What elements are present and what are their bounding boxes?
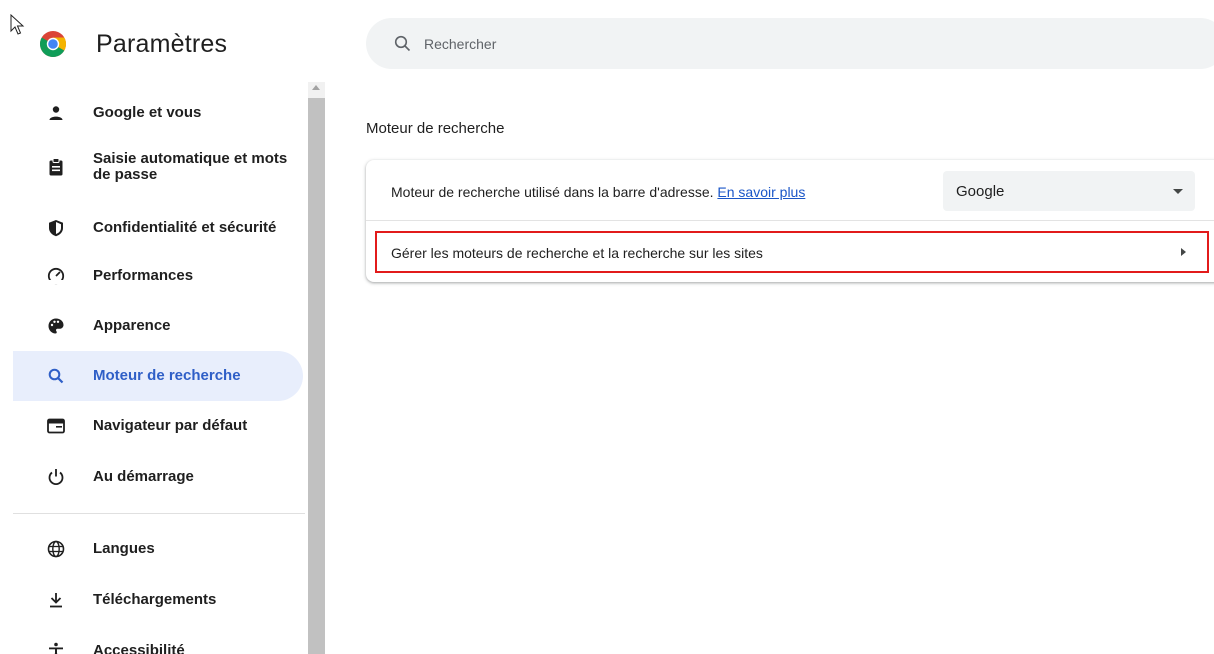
search-engine-select[interactable]: Google (943, 171, 1195, 211)
chrome-logo-icon (39, 31, 67, 58)
manage-search-engines-label: Gérer les moteurs de recherche et la rec… (391, 245, 763, 261)
search-engine-row: Moteur de recherche utilisé dans la barr… (366, 160, 1214, 221)
sidebar-item-label: Navigateur par défaut (93, 417, 248, 434)
search-engine-description: Moteur de recherche utilisé dans la barr… (391, 184, 805, 200)
sidebar-scrollbar-thumb[interactable] (308, 98, 325, 654)
sidebar-item-label: Google et vous (93, 104, 202, 121)
power-icon (46, 467, 66, 487)
sidebar-divider (13, 513, 305, 514)
download-icon (46, 590, 66, 610)
manage-search-engines-row[interactable]: Gérer les moteurs de recherche et la rec… (375, 231, 1209, 273)
sidebar-item-apparence[interactable]: Apparence (13, 301, 303, 351)
mouse-cursor-icon (10, 14, 25, 35)
search-icon (394, 35, 411, 52)
learn-more-link[interactable]: En savoir plus (717, 184, 805, 200)
sidebar-item-telechargements[interactable]: Téléchargements (13, 575, 303, 625)
speedometer-icon (46, 266, 66, 286)
shield-icon (46, 218, 66, 238)
search-input[interactable] (424, 31, 1024, 57)
clipboard-icon (46, 157, 66, 177)
chevron-right-icon (1181, 248, 1186, 256)
sidebar-item-langues[interactable]: Langues (13, 524, 303, 574)
section-title: Moteur de recherche (366, 120, 505, 137)
sidebar-item-label: Accessibilité (93, 642, 185, 654)
search-engine-description-text: Moteur de recherche utilisé dans la barr… (391, 184, 714, 200)
globe-icon (46, 539, 66, 559)
page-title: Paramètres (96, 30, 228, 58)
browser-window-icon (46, 416, 66, 436)
person-icon (46, 103, 66, 123)
sidebar-item-au-demarrage[interactable]: Au démarrage (13, 452, 303, 502)
sidebar-item-label: Performances (93, 267, 194, 284)
sidebar-item-label: Apparence (93, 317, 171, 334)
sidebar-item-accessibilite[interactable]: Accessibilité (13, 626, 303, 654)
sidebar-item-confidentialite[interactable]: Confidentialité et sécurité (13, 203, 303, 253)
search-engine-selected-value: Google (956, 183, 1005, 200)
sidebar-item-autofill[interactable]: Saisie automatique et mots de passe (13, 140, 303, 194)
sidebar-item-label: Confidentialité et sécurité (93, 219, 277, 236)
sidebar-item-performances[interactable]: Performances (13, 251, 303, 301)
sidebar-item-label: Au démarrage (93, 468, 194, 485)
search-icon (46, 366, 66, 386)
palette-icon (46, 316, 66, 336)
accessibility-icon (46, 641, 66, 654)
sidebar-nav: Google et vous Saisie automatique et mot… (0, 82, 308, 654)
settings-search-bar[interactable] (366, 18, 1214, 69)
settings-page: Paramètres Google et vous Saisie automat… (0, 0, 1214, 654)
dropdown-caret-icon (1173, 189, 1183, 194)
sidebar-item-label: Langues (93, 540, 155, 557)
sidebar-item-google-et-vous[interactable]: Google et vous (13, 88, 303, 138)
search-engine-card: Moteur de recherche utilisé dans la barr… (366, 160, 1214, 282)
sidebar-item-label: Téléchargements (93, 591, 217, 608)
sidebar-item-label: Saisie automatique et mots de passe (93, 150, 288, 183)
sidebar-item-moteur-de-recherche[interactable]: Moteur de recherche (13, 351, 303, 401)
scroll-up-arrow-icon[interactable] (312, 85, 320, 90)
sidebar-item-navigateur-par-defaut[interactable]: Navigateur par défaut (13, 401, 303, 451)
sidebar-item-label: Moteur de recherche (93, 367, 241, 384)
